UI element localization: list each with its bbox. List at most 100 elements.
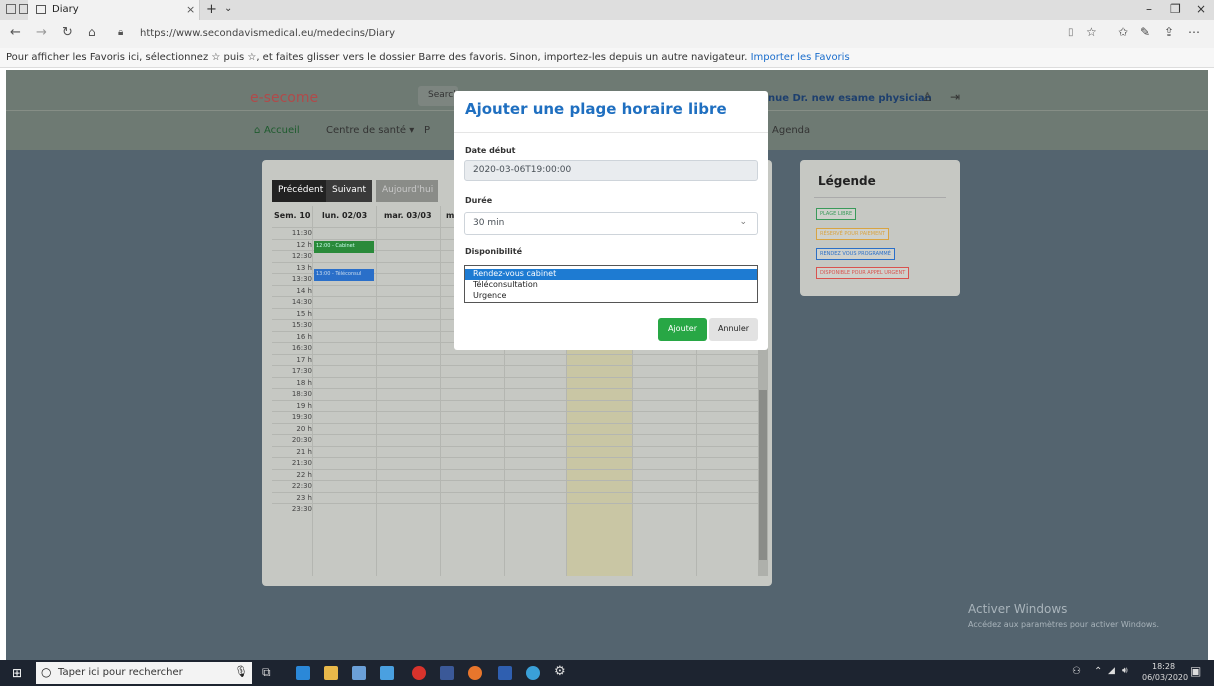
legend-badge-urgent: DISPONIBLE POUR APPEL URGENT — [816, 267, 910, 279]
time-slot-label: 11:30 — [291, 229, 312, 237]
time-slot-label: 16 h — [296, 332, 312, 341]
site-search[interactable]: Search — [418, 86, 459, 106]
date-start-input[interactable]: 2020-03-06T19:00:00 — [464, 160, 758, 181]
close-tab-icon[interactable]: × — [186, 3, 195, 16]
forward-icon[interactable]: → — [36, 25, 47, 40]
edge-icon[interactable] — [296, 666, 310, 680]
refresh-icon[interactable]: ↻ — [62, 25, 73, 40]
event-teleconsultation[interactable]: 13:00 - Téléconsul — [314, 269, 374, 281]
task-view-icon[interactable]: ⧉ — [262, 665, 271, 680]
store-icon[interactable] — [352, 666, 366, 680]
volume-icon[interactable]: 🔊︎ — [1122, 666, 1128, 676]
people-icon[interactable]: ⚇ — [1072, 666, 1081, 677]
nav-partial[interactable]: P — [424, 125, 430, 136]
nav-agenda[interactable]: Agenda — [772, 125, 810, 136]
time-slot-label: 12 h — [296, 240, 312, 249]
legend-badge-libre: PLAGE LIBRE — [816, 208, 857, 220]
ajouter-button[interactable]: Ajouter — [658, 318, 707, 341]
home-icon[interactable]: ⌂ — [88, 25, 96, 39]
legend-title: Légende — [818, 174, 876, 188]
url-field[interactable]: https://www.secondavismedical.eu/medecin… — [134, 25, 1184, 44]
day-header-mon[interactable]: lun. 02/03 — [322, 211, 367, 220]
time-slot-label: 18:30 — [291, 390, 312, 398]
lock-icon: 🔒︎ — [118, 27, 124, 38]
time-slot-label: 22 h — [296, 470, 312, 479]
activate-windows-title: Activer Windows — [968, 602, 1068, 616]
chevron-down-icon[interactable]: ⌄ — [224, 3, 232, 14]
time-slot-label: 17:30 — [291, 367, 312, 375]
scrollbar-thumb[interactable] — [759, 390, 767, 560]
time-slot-label: 13 h — [296, 263, 312, 272]
maximize-icon[interactable]: ❐ — [1170, 2, 1181, 16]
nav-accueil[interactable]: Accueil — [264, 125, 300, 136]
import-favorites-link[interactable]: Importer les Favoris — [751, 52, 850, 63]
network-icon[interactable]: ◢ — [1108, 666, 1115, 676]
opera-icon[interactable] — [412, 666, 426, 680]
site-logo[interactable]: e-secome — [250, 90, 318, 106]
time-slot-label: 20:30 — [291, 436, 312, 444]
clock-date[interactable]: 06/03/2020 — [1142, 673, 1188, 682]
grid-row-line — [272, 480, 760, 481]
back-icon[interactable]: ← — [10, 25, 21, 40]
microphone-icon[interactable]: 🎙︎ — [234, 665, 248, 678]
prev-week-button[interactable]: Précédent — [272, 180, 326, 202]
back-tabs-icon[interactable] — [19, 4, 28, 14]
day-header-tue[interactable]: mar. 03/03 — [384, 211, 432, 220]
duree-select[interactable]: 30 min ⌄ — [464, 212, 758, 235]
firefox-icon[interactable] — [468, 666, 482, 680]
option-rendez-vous-cabinet[interactable]: Rendez-vous cabinet — [465, 269, 757, 280]
time-slot-label: 15 h — [296, 309, 312, 318]
minimize-icon[interactable]: – — [1146, 2, 1152, 16]
browser-tab[interactable]: Diary × — [28, 0, 200, 20]
grid-row-line — [272, 434, 760, 435]
tab-actions-icon[interactable] — [6, 4, 16, 14]
clock-time[interactable]: 18:28 — [1152, 662, 1175, 671]
nav-home-icon: ⌂ — [254, 125, 261, 136]
today-button[interactable]: Aujourd'hui — [376, 180, 438, 202]
time-slot-label: 16:30 — [291, 344, 312, 352]
welcome-text: nue Dr. new esame physician — [768, 93, 932, 104]
windows-start-icon[interactable]: ⊞ — [12, 666, 22, 680]
share-icon[interactable]: ⇪ — [1164, 25, 1174, 39]
page-icon — [36, 5, 46, 14]
event-cabinet[interactable]: 12:00 - Cabinet — [314, 241, 374, 253]
modal-title: Ajouter une plage horaire libre — [465, 100, 727, 118]
time-slot-label: 23:30 — [291, 505, 312, 513]
time-slot-label: 18 h — [296, 378, 312, 387]
favorites-bar-text: Pour afficher les Favoris ici, sélection… — [6, 52, 748, 63]
file-explorer-icon[interactable] — [324, 666, 338, 680]
legend-panel: Légende PLAGE LIBRE RÉSERVÉ POUR PAIEMEN… — [800, 160, 960, 296]
tab-title: Diary — [52, 4, 79, 15]
outlook-icon[interactable] — [498, 666, 512, 680]
favorites-icon[interactable]: ✩ — [1118, 25, 1128, 39]
notifications-icon[interactable]: ▣ — [1190, 664, 1201, 678]
close-window-icon[interactable]: × — [1196, 2, 1206, 16]
grid-row-line — [272, 445, 760, 447]
disponibilite-label: Disponibilité — [465, 247, 523, 256]
favorite-star-icon[interactable]: ☆ — [1086, 25, 1097, 39]
chrome-icon[interactable] — [526, 666, 540, 680]
logout-icon[interactable]: ⇥ — [950, 90, 960, 104]
more-icon[interactable]: ⋯ — [1188, 25, 1200, 39]
time-slot-label: 14 h — [296, 286, 312, 295]
option-teleconsultation[interactable]: Téléconsultation — [465, 280, 757, 291]
new-tab-icon[interactable]: + — [206, 2, 217, 17]
annuler-button[interactable]: Annuler — [709, 318, 758, 341]
next-week-button[interactable]: Suivant — [326, 180, 372, 202]
user-icon[interactable]: ♙ — [922, 90, 933, 104]
tray-chevron-up-icon[interactable]: ⌃ — [1094, 666, 1102, 677]
modal-header-divider — [454, 132, 768, 133]
legend-badge-paiement: RÉSERVÉ POUR PAIEMENT — [816, 228, 890, 240]
taskbar-search[interactable]: Taper ici pour rechercher — [36, 662, 252, 684]
facebook-icon[interactable] — [440, 666, 454, 680]
time-slot-label: 21:30 — [291, 459, 312, 467]
nav-centre-sante[interactable]: Centre de santé ▾ — [326, 125, 414, 136]
settings-gear-icon[interactable]: ⚙ — [554, 664, 566, 679]
mail-icon[interactable] — [380, 666, 394, 680]
time-slot-label: 20 h — [296, 424, 312, 433]
option-urgence[interactable]: Urgence — [465, 291, 757, 302]
reading-view-icon[interactable]: ▯ — [1068, 27, 1074, 38]
grid-row-line — [272, 376, 760, 378]
notes-icon[interactable]: ✎ — [1140, 25, 1150, 39]
grid-row-line — [272, 491, 760, 493]
